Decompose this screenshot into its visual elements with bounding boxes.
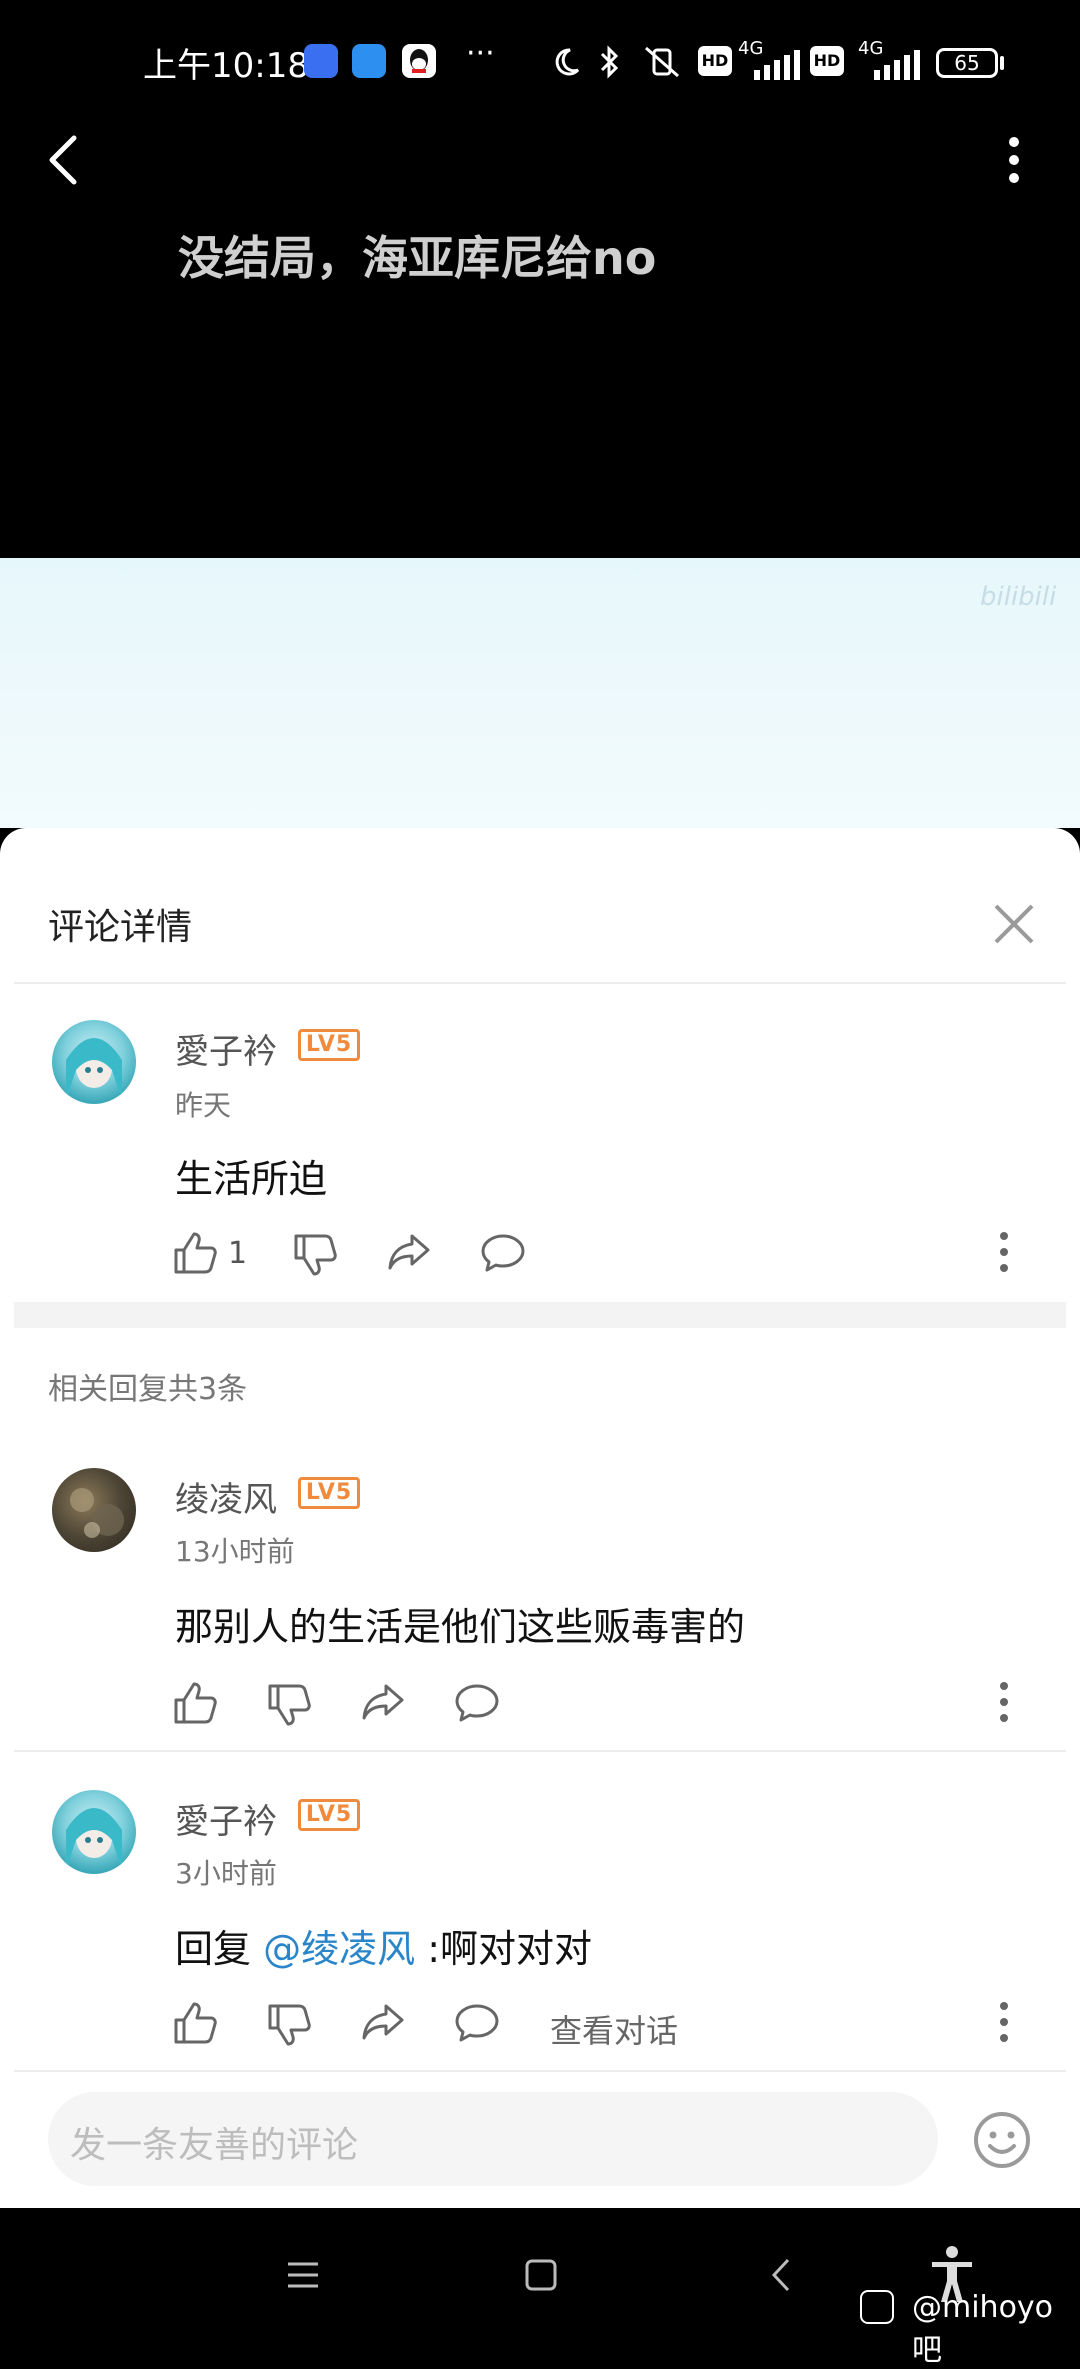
more-options-icon[interactable] — [999, 1680, 1009, 1724]
more-notifications-indicator: ··· — [466, 36, 495, 71]
cloud-notification-icon — [352, 44, 386, 78]
comment-detail-sheet — [0, 828, 1080, 2208]
moon-icon — [555, 48, 580, 76]
emoji-icon[interactable] — [972, 2110, 1032, 2170]
divider — [14, 982, 1066, 984]
more-options-icon[interactable] — [999, 2000, 1009, 2044]
hd-badge-2: HD — [810, 46, 844, 76]
mute-vibrate-icon — [645, 46, 679, 78]
share-icon[interactable] — [360, 2000, 406, 2046]
divider — [14, 1750, 1066, 1752]
reply-username[interactable]: 绫凌风 — [175, 1472, 277, 1521]
reply-comment-icon[interactable] — [454, 1680, 500, 1726]
avatar[interactable] — [52, 1020, 136, 1104]
comment-input[interactable]: 发一条友善的评论 — [48, 2092, 938, 2186]
reply-time: 13小时前 — [175, 1535, 295, 1568]
like-icon[interactable] — [172, 1680, 218, 1726]
like-icon[interactable] — [172, 2000, 218, 2046]
divider — [14, 2070, 1066, 2072]
tieba-notification-icon — [304, 44, 338, 78]
avatar[interactable] — [52, 1468, 136, 1552]
comment-time: 昨天 — [175, 1089, 232, 1122]
bluetooth-icon — [600, 45, 619, 79]
video-subtitle: 没结局，海亚库尼给no — [178, 231, 657, 285]
video-preview-area[interactable]: bilibili — [0, 558, 1080, 828]
reply-text: 回复 @绫凌风 :啊对对对 — [175, 1918, 592, 1973]
level-badge: LV5 — [298, 1029, 360, 1061]
tieba-logo-icon — [860, 2290, 894, 2324]
comment-input-placeholder: 发一条友善的评论 — [70, 2125, 359, 2166]
reply-time: 3小时前 — [175, 1857, 277, 1890]
level-badge: LV5 — [298, 1799, 360, 1831]
dislike-icon[interactable] — [292, 1232, 338, 1278]
hd-badge: HD — [698, 46, 732, 76]
status-time: 上午10:18 — [143, 46, 309, 86]
tieba-watermark: @mihoyo吧 — [912, 2290, 1054, 2368]
back-arrow-icon[interactable] — [44, 132, 84, 188]
share-icon[interactable] — [360, 1680, 406, 1726]
avatar[interactable] — [52, 1790, 136, 1874]
status-bar: 上午10:18 ··· HD 4G HD 4G 65 — [0, 0, 1080, 120]
battery-tip — [1000, 56, 1004, 70]
comment-username[interactable]: 愛子衿 — [175, 1024, 277, 1073]
bilibili-watermark: bilibili — [980, 582, 1057, 612]
reply-text: 那别人的生活是他们这些贩毒害的 — [175, 1605, 746, 1649]
signal-icon — [754, 50, 800, 80]
home-icon[interactable] — [524, 2258, 558, 2292]
share-icon[interactable] — [386, 1230, 432, 1276]
view-conversation-link[interactable]: 查看对话 — [550, 2006, 678, 2052]
nav-back-icon[interactable] — [768, 2256, 794, 2294]
reply-prefix: 回复 — [175, 1927, 264, 1971]
like-icon[interactable] — [172, 1230, 218, 1276]
battery-icon: 65 — [936, 48, 998, 78]
more-options-icon[interactable] — [999, 1230, 1009, 1274]
menu-icon[interactable] — [286, 2258, 320, 2292]
like-count: 1 — [228, 1236, 248, 1271]
comment-text: 生活所迫 — [175, 1157, 328, 1201]
signal-icon-2 — [874, 50, 920, 80]
section-divider — [14, 1302, 1066, 1328]
dislike-icon[interactable] — [266, 1682, 312, 1728]
close-icon[interactable] — [992, 902, 1036, 946]
more-vertical-icon[interactable] — [1006, 132, 1022, 188]
dislike-icon[interactable] — [266, 2002, 312, 2048]
replies-count-header: 相关回复共3条 — [48, 1372, 248, 1407]
qq-notification-icon — [402, 44, 436, 78]
level-badge: LV5 — [298, 1477, 360, 1509]
video-player[interactable] — [0, 120, 1080, 560]
reply-comment-icon[interactable] — [454, 2000, 500, 2046]
reply-username[interactable]: 愛子衿 — [175, 1794, 277, 1843]
sheet-title: 评论详情 — [48, 907, 193, 948]
mention-link[interactable]: @绫凌风 — [263, 1927, 415, 1971]
reply-text-after: :啊对对对 — [415, 1927, 592, 1971]
reply-comment-icon[interactable] — [480, 1230, 526, 1276]
